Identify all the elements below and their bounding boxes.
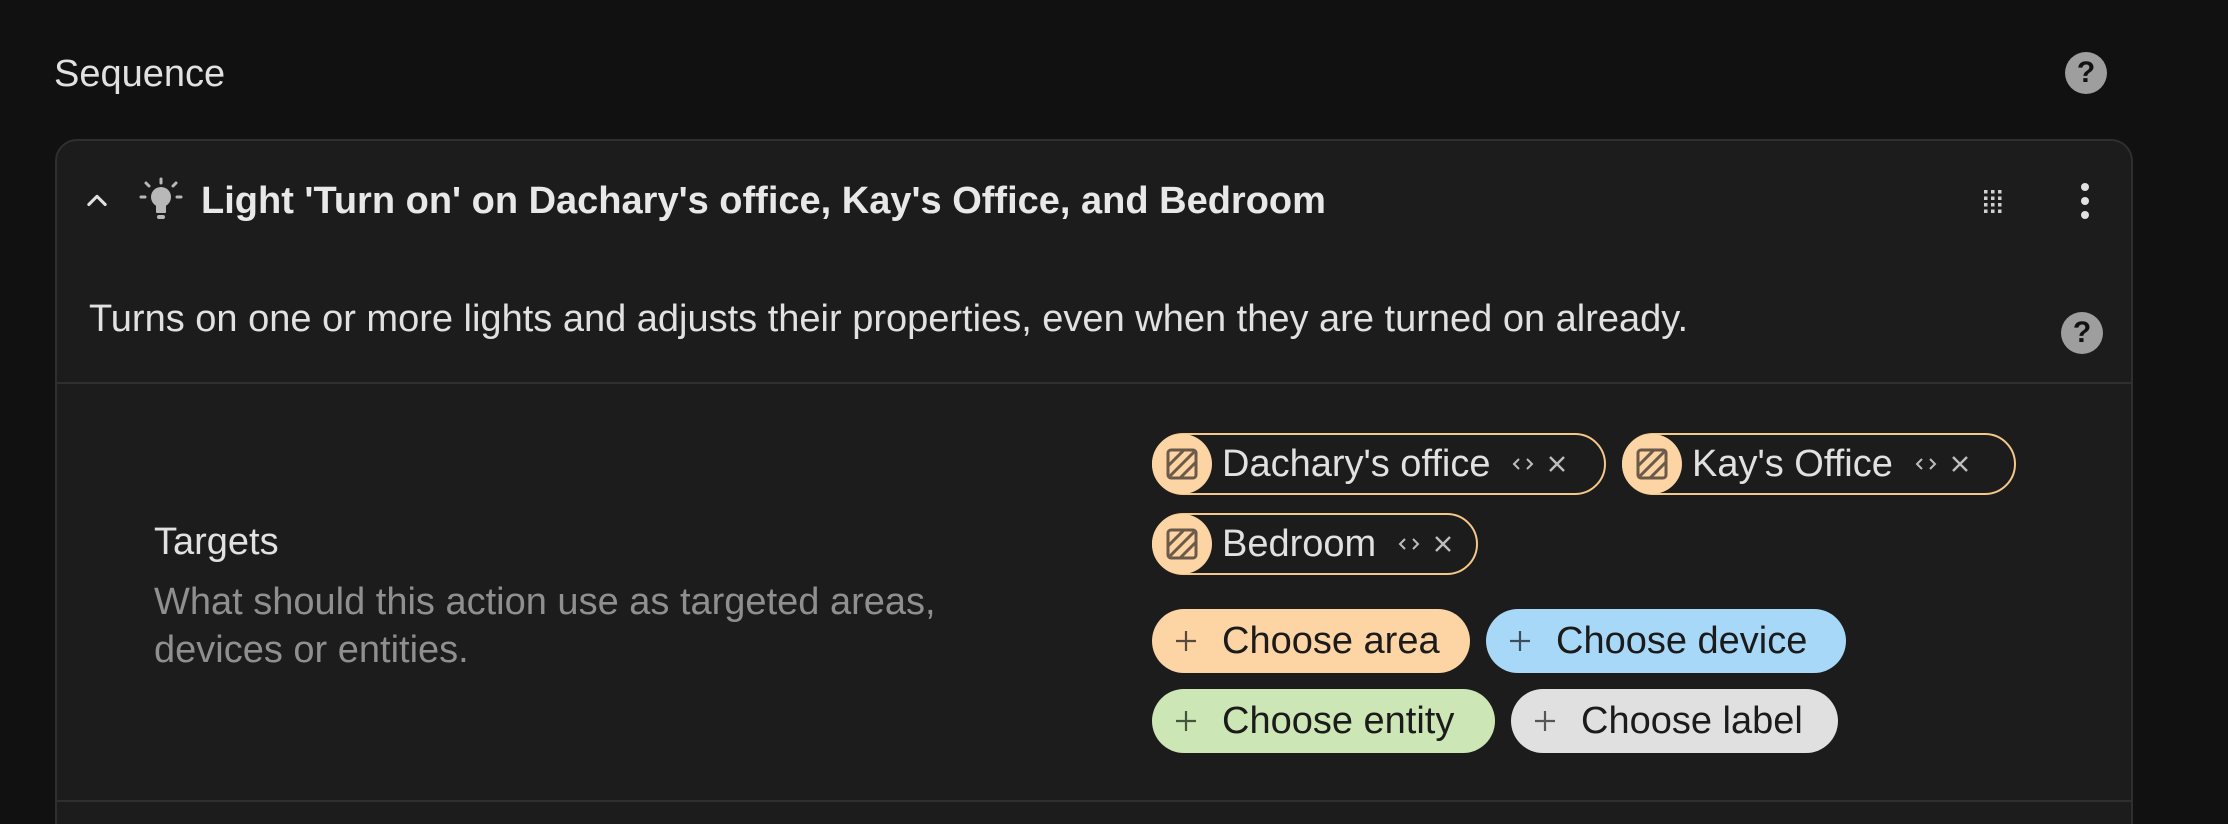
close-icon[interactable] — [1544, 451, 1570, 477]
drag-handle-icon[interactable] — [1975, 183, 2011, 219]
expand-icon[interactable] — [1510, 451, 1536, 477]
chip-label: Kay's Office — [1692, 442, 1893, 485]
divider — [57, 382, 2131, 384]
action-title: Light 'Turn on' on Dachary's office, Kay… — [201, 180, 1326, 222]
area-icon — [1152, 434, 1212, 494]
help-icon[interactable]: ? — [2065, 52, 2107, 94]
lightbulb-icon — [137, 177, 185, 225]
close-icon[interactable] — [1430, 531, 1456, 557]
action-description: Turns on one or more lights and adjusts … — [89, 298, 1689, 340]
plus-icon — [1502, 623, 1538, 659]
chip-label: Bedroom — [1222, 522, 1377, 565]
close-icon[interactable] — [1947, 451, 1973, 477]
more-vertical-icon[interactable] — [2067, 179, 2103, 223]
choose-area-button[interactable]: Choose area — [1152, 609, 1470, 673]
choose-area-label: Choose area — [1222, 619, 1440, 662]
action-card: Light 'Turn on' on Dachary's office, Kay… — [55, 139, 2133, 824]
plus-icon — [1168, 623, 1204, 659]
expand-icon[interactable] — [1913, 451, 1939, 477]
choose-device-button[interactable]: Choose device — [1486, 609, 1846, 673]
target-chip-dacharys-office[interactable]: Dachary's office — [1152, 433, 1606, 495]
targets-label: Targets — [154, 521, 279, 563]
expand-icon[interactable] — [1396, 531, 1422, 557]
plus-icon — [1168, 703, 1204, 739]
target-chip-bedroom[interactable]: Bedroom — [1152, 513, 1478, 575]
chevron-up-icon[interactable] — [79, 183, 115, 219]
divider — [57, 800, 2131, 802]
chip-label: Dachary's office — [1222, 442, 1491, 485]
section-title: Sequence — [54, 53, 226, 95]
area-icon — [1152, 514, 1212, 574]
plus-icon — [1527, 703, 1563, 739]
area-icon — [1622, 434, 1682, 494]
page: Sequence ? Light 'Turn on' on Dachary's … — [0, 0, 2228, 824]
choose-device-label: Choose device — [1556, 619, 1808, 662]
target-chip-kays-office[interactable]: Kay's Office — [1622, 433, 2016, 495]
targets-description: What should this action use as targeted … — [154, 581, 936, 671]
action-card-header[interactable]: Light 'Turn on' on Dachary's office, Kay… — [57, 141, 2131, 257]
choose-label-button[interactable]: Choose label — [1511, 689, 1838, 753]
choose-entity-label: Choose entity — [1222, 699, 1455, 742]
help-icon[interactable]: ? — [2061, 312, 2103, 354]
choose-label-label: Choose label — [1581, 699, 1803, 742]
choose-entity-button[interactable]: Choose entity — [1152, 689, 1495, 753]
